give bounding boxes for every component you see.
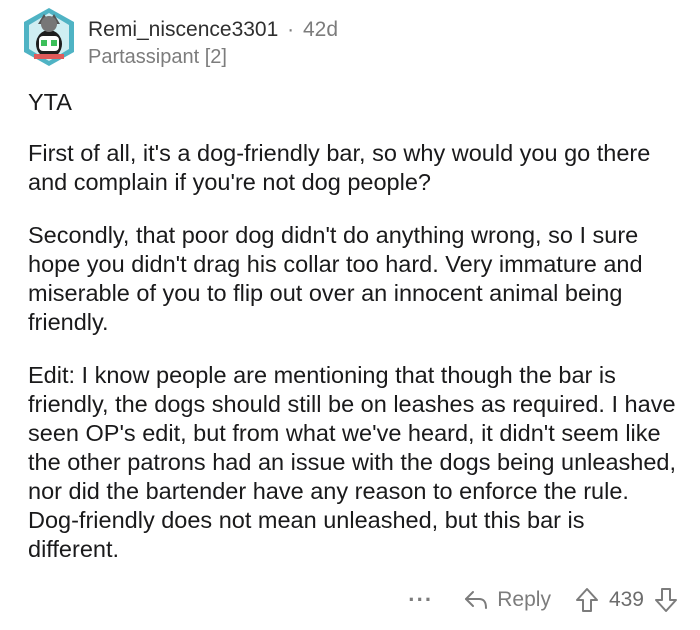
comment-body: YTA First of all, it's a dog-friendly ba… bbox=[28, 88, 678, 588]
vote-count: 439 bbox=[608, 588, 644, 611]
reply-label: Reply bbox=[497, 588, 551, 611]
upvote-arrow-icon[interactable] bbox=[575, 587, 599, 613]
comment-age: 42d bbox=[302, 18, 339, 41]
reply-arrow-icon bbox=[465, 591, 488, 609]
comment-paragraph: YTA bbox=[28, 89, 72, 115]
downvote-arrow-icon[interactable] bbox=[654, 587, 678, 613]
avatar-icon[interactable] bbox=[16, 4, 82, 70]
more-options-button[interactable]: ··· bbox=[408, 587, 433, 613]
comment-paragraph: Secondly, that poor dog didn't do anythi… bbox=[28, 222, 643, 335]
author-username[interactable]: Remi_niscence3301 bbox=[88, 18, 278, 41]
meta-separator: · bbox=[287, 18, 295, 41]
reply-button[interactable]: Reply bbox=[463, 588, 551, 612]
comment-paragraph: Edit: I know people are mentioning that … bbox=[28, 362, 677, 562]
comment-actions: ··· Reply 439 bbox=[408, 583, 678, 617]
author-meta: Remi_niscence3301 · 42d bbox=[88, 18, 338, 42]
vote-controls: 439 bbox=[575, 587, 678, 613]
user-flair: Partassipant [2] bbox=[88, 46, 227, 68]
comment-paragraph: First of all, it's a dog-friendly bar, s… bbox=[28, 140, 651, 195]
comment-header: Remi_niscence3301 · 42d Partassipant [2] bbox=[16, 4, 676, 74]
